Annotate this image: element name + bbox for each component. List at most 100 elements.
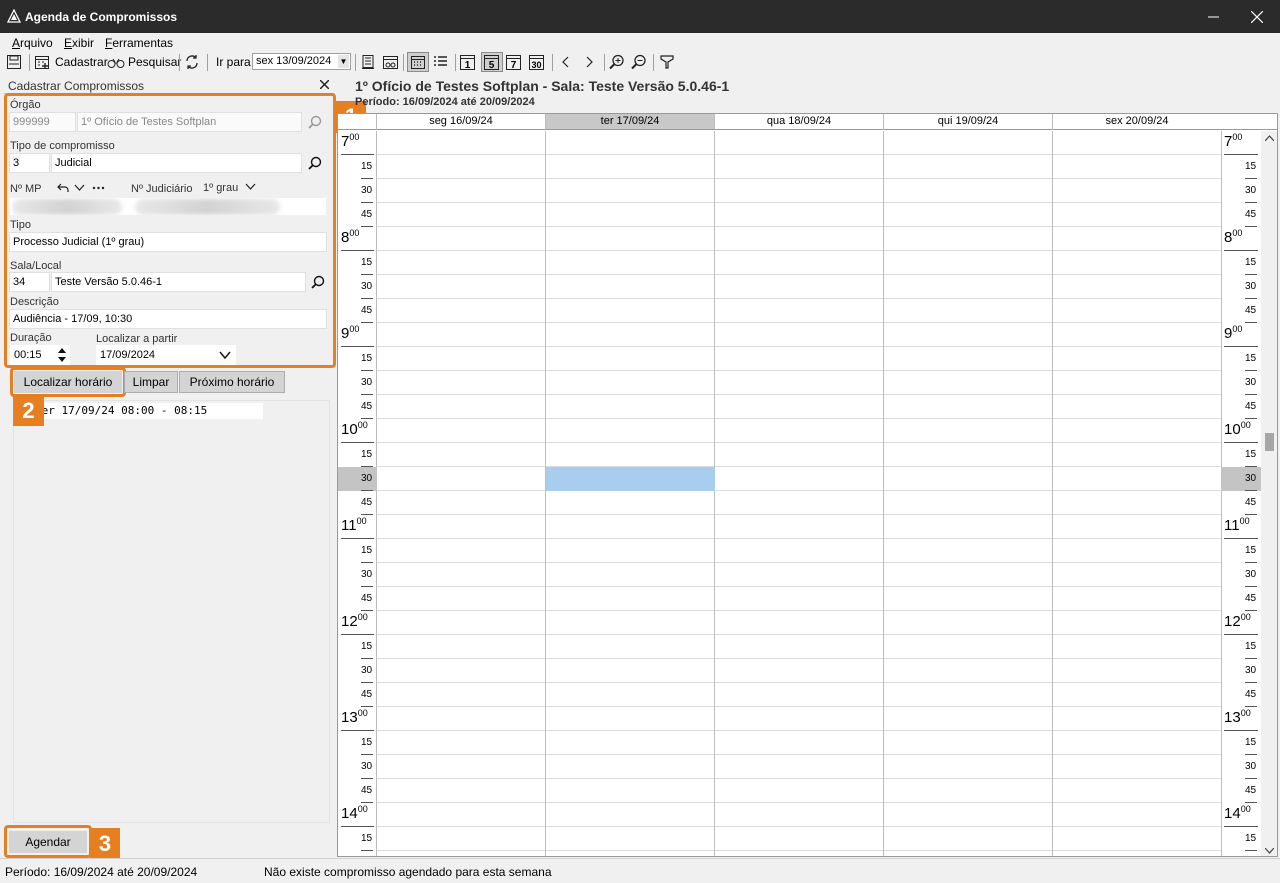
list-view-button[interactable] xyxy=(432,52,448,72)
time-slot-row[interactable] xyxy=(377,323,1221,347)
time-slot-row[interactable] xyxy=(377,515,1221,539)
hour-label: 800 xyxy=(341,228,360,246)
time-slot-row[interactable] xyxy=(377,467,1221,491)
zoom-in-button[interactable] xyxy=(609,52,625,72)
toolbar-separator xyxy=(29,54,30,71)
minute-label: 45 xyxy=(361,209,373,220)
time-slot-row[interactable] xyxy=(377,395,1221,419)
time-slot-row[interactable] xyxy=(377,275,1221,299)
time-slot-row[interactable] xyxy=(377,131,1221,155)
time-slot-row[interactable] xyxy=(377,851,1221,856)
minute-tick xyxy=(1245,682,1257,683)
minute-label: 45 xyxy=(361,497,373,508)
minute-label: 15 xyxy=(361,737,373,748)
next-button[interactable] xyxy=(582,52,596,72)
limpar-button[interactable]: Limpar xyxy=(124,371,178,393)
time-slot-row[interactable] xyxy=(377,635,1221,659)
zoom-out-button[interactable] xyxy=(631,52,647,72)
minute-tick xyxy=(361,802,373,803)
time-slot-row[interactable] xyxy=(377,659,1221,683)
svg-text:30: 30 xyxy=(531,60,541,70)
selected-time-slot[interactable] xyxy=(546,467,715,491)
minute-tick xyxy=(1245,514,1257,515)
refresh-button[interactable] xyxy=(184,52,200,72)
week-grid-view-button[interactable] xyxy=(407,52,429,72)
toolbar: Cadastrar Pesquisar Ir para 1 5 7 30 xyxy=(0,51,1280,73)
pesquisar-button[interactable]: Pesquisar xyxy=(107,52,181,72)
day-view-button[interactable]: 1 xyxy=(459,52,477,72)
minute-label: 30 xyxy=(1245,281,1257,292)
menu-ferramentas[interactable]: Ferramentas xyxy=(105,36,173,50)
day-header[interactable]: seg 16/09/24 xyxy=(377,114,546,130)
minute-label: 15 xyxy=(1245,833,1257,844)
day-header[interactable]: sex 20/09/24 xyxy=(1053,114,1222,130)
close-window-button[interactable] xyxy=(1234,0,1280,33)
result-item[interactable]: ter 17/09/24 08:00 - 08:15 xyxy=(33,403,263,419)
day-header[interactable]: ter 17/09/24 xyxy=(546,114,715,130)
minimize-button[interactable] xyxy=(1190,0,1236,33)
cadastrar-button[interactable]: Cadastrar xyxy=(34,52,108,72)
day-column-divider xyxy=(1052,131,1053,856)
time-slot-row[interactable] xyxy=(377,203,1221,227)
minute-tick xyxy=(361,778,373,779)
minute-label: 45 xyxy=(1245,401,1257,412)
vertical-scrollbar[interactable] xyxy=(1261,131,1277,856)
workweek-view-button[interactable]: 5 xyxy=(481,52,503,72)
save-button[interactable] xyxy=(6,52,22,72)
calendar-title: 1º Ofício de Testes Softplan - Sala: Tes… xyxy=(355,78,730,94)
week-view-button[interactable]: 7 xyxy=(505,52,523,72)
day-header[interactable]: qui 19/09/24 xyxy=(884,114,1053,130)
time-slot-row[interactable] xyxy=(377,227,1221,251)
time-slot-row[interactable] xyxy=(377,731,1221,755)
time-slot-row[interactable] xyxy=(377,683,1221,707)
minute-label: 15 xyxy=(1245,545,1257,556)
time-slot-row[interactable] xyxy=(377,443,1221,467)
hour-tick xyxy=(1224,154,1258,155)
time-slot-row[interactable] xyxy=(377,491,1221,515)
minute-label: 45 xyxy=(361,593,373,604)
app-icon xyxy=(7,9,21,23)
week-calendar[interactable]: seg 16/09/24 ter 17/09/24 qua 18/09/24 qui … xyxy=(337,113,1278,857)
time-slot-row[interactable] xyxy=(377,179,1221,203)
time-slot-row[interactable] xyxy=(377,803,1221,827)
menu-arquivo[interactable]: Arquivo xyxy=(12,36,53,50)
time-slot-row[interactable] xyxy=(377,563,1221,587)
time-slot-row[interactable] xyxy=(377,779,1221,803)
calendar-group-button[interactable] xyxy=(382,52,400,72)
filter-button[interactable] xyxy=(659,52,675,72)
goto-date-select[interactable]: sex 13/09/2024 ▼ xyxy=(252,53,351,70)
time-slot-row[interactable] xyxy=(377,299,1221,323)
time-slot-row[interactable] xyxy=(377,419,1221,443)
menu-exibir[interactable]: Exibir xyxy=(64,36,94,50)
time-slot-row[interactable] xyxy=(377,371,1221,395)
hour-tick xyxy=(341,442,374,443)
panel-close-button[interactable] xyxy=(319,76,330,92)
scroll-down-icon[interactable] xyxy=(1265,848,1274,854)
minute-tick xyxy=(1245,322,1257,323)
day-column-divider xyxy=(883,131,884,856)
minute-label: 15 xyxy=(361,545,373,556)
time-slot-row[interactable] xyxy=(377,155,1221,179)
title-bar: Agenda de Compromissos xyxy=(0,0,1280,33)
time-slot-row[interactable] xyxy=(377,827,1221,851)
month-view-button[interactable]: 30 xyxy=(528,52,546,72)
time-slot-row[interactable] xyxy=(377,587,1221,611)
print-button[interactable] xyxy=(360,52,376,72)
minute-tick xyxy=(1245,370,1257,371)
scrollbar-thumb[interactable] xyxy=(1265,433,1274,451)
time-slot-row[interactable] xyxy=(377,539,1221,563)
day-header[interactable]: qua 18/09/24 xyxy=(715,114,884,130)
hour-label: 1400 xyxy=(341,804,368,822)
time-slot-row[interactable] xyxy=(377,611,1221,635)
scroll-up-icon[interactable] xyxy=(1265,135,1274,141)
proximo-horario-button[interactable]: Próximo horário xyxy=(179,371,285,393)
time-slot-row[interactable] xyxy=(377,347,1221,371)
result-list[interactable] xyxy=(13,400,330,823)
time-slot-row[interactable] xyxy=(377,251,1221,275)
minute-tick xyxy=(361,658,373,659)
time-slot-row[interactable] xyxy=(377,755,1221,779)
time-slot-row[interactable] xyxy=(377,707,1221,731)
previous-button[interactable] xyxy=(559,52,573,72)
status-bar: Período: 16/09/2024 até 20/09/2024 Não e… xyxy=(0,858,1280,883)
minute-tick xyxy=(1245,466,1257,467)
